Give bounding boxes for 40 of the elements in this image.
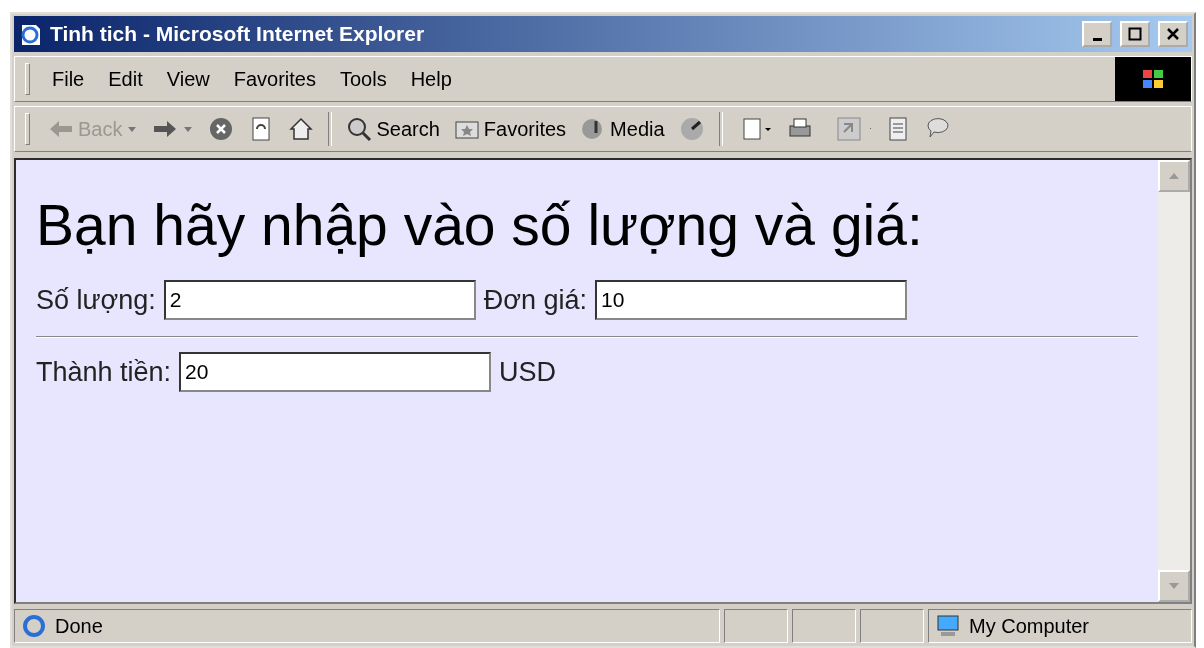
search-button[interactable]: Search [342, 114, 444, 144]
stop-icon [208, 116, 235, 142]
scroll-down-button[interactable] [1158, 570, 1190, 602]
status-pane [860, 609, 924, 643]
menu-item[interactable]: File [42, 63, 95, 95]
minimize-icon [1092, 37, 1102, 41]
status-pane [724, 609, 788, 643]
media-button[interactable]: Media [576, 114, 669, 144]
input-field[interactable]: 2 [163, 280, 476, 320]
home-icon [288, 116, 315, 142]
field-label: Thành tiền: [36, 356, 172, 388]
menu-item[interactable]: Tools [329, 63, 397, 95]
down-arrow-icon [1168, 582, 1180, 590]
window-title: Tinh tich - Microsoft Internet Explorer [50, 22, 426, 46]
page-heading: Bạn hãy nhập vào số lượng và giá: [36, 192, 924, 258]
field-label: Đơn giá: [483, 284, 588, 316]
search-icon [346, 116, 373, 142]
close-icon [1166, 27, 1180, 41]
maximize-button[interactable] [1120, 21, 1150, 47]
input-field[interactable]: 10 [595, 280, 908, 320]
unit-label: USD [499, 356, 557, 388]
close-button[interactable] [1158, 21, 1188, 47]
history-icon [678, 116, 705, 142]
favorites-button[interactable]: Favorites [449, 114, 571, 144]
status-text: Done [55, 614, 103, 638]
zone-text: My Computer [969, 614, 1090, 638]
computer-icon [935, 613, 961, 639]
field-label: Số lượng: [36, 284, 156, 316]
menu-item[interactable]: Help [400, 63, 462, 95]
status-pane [792, 609, 856, 643]
input-field[interactable]: 20 [179, 352, 492, 392]
minimize-button[interactable] [1082, 21, 1112, 47]
menu-item[interactable]: View [156, 63, 220, 95]
menu-item[interactable]: Favorites [223, 63, 326, 95]
vertical-scrollbar[interactable] [1158, 160, 1190, 602]
menu-item[interactable]: Edit [98, 63, 153, 95]
maximize-icon [1128, 27, 1142, 41]
up-arrow-icon [1168, 172, 1180, 180]
browser-icon [21, 613, 47, 639]
scroll-up-button[interactable] [1158, 160, 1190, 192]
